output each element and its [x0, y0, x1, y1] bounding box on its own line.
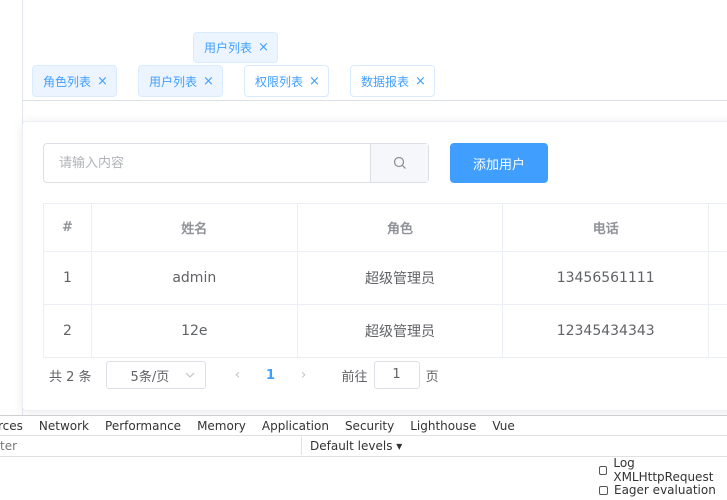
console-filter-input[interactable]: ter: [0, 437, 302, 455]
tab-user-list[interactable]: 用户列表 ×: [138, 65, 223, 97]
console-settings: Log XMLHttpRequest Eager evaluation: [599, 456, 727, 500]
option-label: Eager evaluation: [614, 483, 716, 497]
devtools-tab-sources[interactable]: rces: [0, 419, 31, 433]
devtools-tab-lighthouse[interactable]: Lighthouse: [402, 419, 484, 433]
tabs-divider: [22, 100, 727, 101]
cell-more: [709, 252, 727, 305]
page-number-current[interactable]: 1: [256, 368, 286, 383]
column-header-role[interactable]: 角色: [297, 204, 504, 252]
goto-suffix: 页: [425, 369, 439, 385]
eager-evaluation-option[interactable]: Eager evaluation: [599, 480, 727, 500]
goto-label: 前往: [341, 369, 368, 385]
user-list-card: 添加用户 # 姓名 角色 电话 1 admin 超级管理员 1345656111…: [22, 121, 727, 411]
tab-label: 用户列表: [149, 74, 198, 89]
devtools-tab-security[interactable]: Security: [337, 419, 402, 433]
table-row[interactable]: 1 admin 超级管理员 13456561111: [44, 252, 727, 305]
close-icon[interactable]: ×: [258, 41, 269, 54]
close-icon[interactable]: ×: [415, 75, 426, 88]
search-button[interactable]: [370, 144, 428, 182]
tab-label: 角色列表: [43, 74, 92, 89]
pagination: 共 2 条 5条/页 ‹ 1 › 前往 1 页: [43, 361, 439, 389]
devtools-tab-performance[interactable]: Performance: [97, 419, 189, 433]
close-icon[interactable]: ×: [203, 75, 214, 88]
devtools-tab-bar: rces Network Performance Memory Applicat…: [0, 416, 727, 436]
column-header-phone[interactable]: 电话: [503, 204, 710, 252]
goto-page: 前往 1 页: [342, 361, 439, 389]
next-page-button[interactable]: ›: [286, 367, 322, 383]
dragging-tag-user-list[interactable]: 用户列表 ×: [193, 32, 278, 63]
add-user-button[interactable]: 添加用户: [450, 143, 548, 183]
cell-name: 12e: [91, 305, 298, 358]
log-xhr-option[interactable]: Log XMLHttpRequest: [599, 456, 727, 484]
table-header-row: # 姓名 角色 电话: [44, 204, 727, 252]
pagination-total: 共 2 条: [49, 369, 92, 385]
prev-page-button[interactable]: ‹: [220, 367, 256, 383]
cell-phone: 12345434343: [503, 305, 710, 358]
option-label: Log XMLHttpRequest: [613, 456, 714, 484]
column-header-name[interactable]: 姓名: [91, 204, 298, 252]
console-filter-bar: ter Default levels ▾: [0, 436, 727, 457]
column-header-more: [709, 204, 727, 252]
devtools-tab-vue[interactable]: Vue: [484, 419, 522, 433]
tab-label: 权限列表: [255, 74, 304, 89]
close-icon[interactable]: ×: [309, 75, 320, 88]
close-icon[interactable]: ×: [97, 75, 108, 88]
checkbox-icon[interactable]: [599, 485, 608, 495]
cell-name: admin: [91, 252, 298, 305]
devtools-tab-memory[interactable]: Memory: [189, 419, 254, 433]
chevron-down-icon: [185, 372, 194, 378]
goto-page-input[interactable]: 1: [373, 361, 420, 389]
cell-role: 超级管理员: [297, 252, 504, 305]
checkbox-icon[interactable]: [599, 465, 608, 475]
tab-role-list[interactable]: 角色列表 ×: [32, 65, 117, 97]
table-row[interactable]: 2 12e 超级管理员 12345434343: [44, 305, 727, 358]
cell-more: [709, 305, 727, 358]
tab-data-report[interactable]: 数据报表 ×: [350, 65, 435, 97]
devtools-tab-application[interactable]: Application: [254, 419, 337, 433]
search-box: [43, 143, 429, 183]
devtools-panel: rces Network Performance Memory Applicat…: [0, 415, 727, 500]
column-header-index: #: [44, 204, 92, 252]
user-table: # 姓名 角色 电话 1 admin 超级管理员 13456561111 2 1…: [43, 203, 727, 358]
page-size-select[interactable]: 5条/页: [105, 361, 206, 389]
cell-role: 超级管理员: [297, 305, 504, 358]
tab-label: 数据报表: [361, 74, 410, 89]
page-size-value: 5条/页: [130, 369, 170, 385]
tab-permission-list[interactable]: 权限列表 ×: [244, 65, 329, 97]
cell-index: 2: [44, 305, 92, 358]
app-area: 用户列表 × 角色列表 × 用户列表 × 权限列表 × 数据报表 × 添加用户: [0, 0, 727, 415]
dragging-tag-label: 用户列表: [204, 41, 253, 55]
log-levels-dropdown[interactable]: Default levels ▾: [310, 439, 402, 453]
search-input[interactable]: [44, 144, 370, 182]
cell-phone: 13456561111: [503, 252, 710, 305]
cell-index: 1: [44, 252, 92, 305]
search-icon: [393, 156, 406, 169]
devtools-tab-network[interactable]: Network: [31, 419, 97, 433]
